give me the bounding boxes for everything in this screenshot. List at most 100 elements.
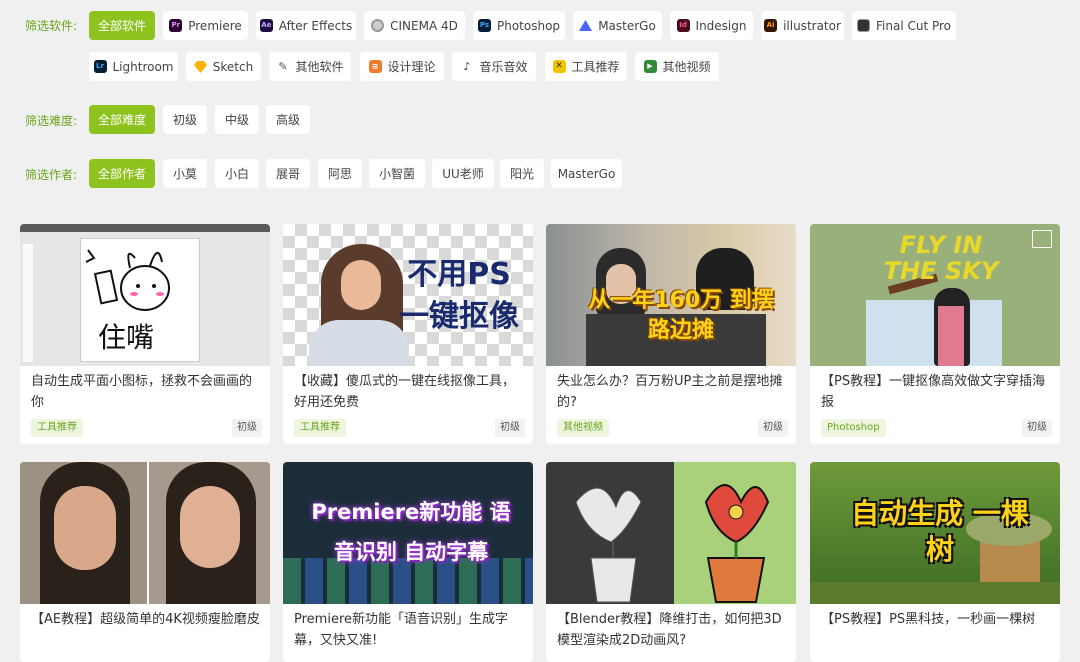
music-icon: ♪ (463, 60, 471, 73)
filter-software-final-cut-pro[interactable]: Final Cut Pro (852, 11, 956, 40)
software-filter-label: 筛选软件: (25, 19, 78, 33)
lightroom-icon: Lr (93, 60, 107, 73)
chip-label: 中级 (225, 113, 250, 127)
chip-label: Indesign (695, 18, 747, 33)
course-card[interactable]: 住嘴 自动生成平面小图标，拯救不会画画的你 工具推荐 初级 (20, 224, 270, 444)
chip-label: 其他视频 (662, 60, 711, 74)
card-title[interactable]: 自动生成平面小图标，拯救不会画画的你 (31, 371, 263, 413)
level-badge: 初级 (758, 419, 788, 437)
course-card[interactable]: 从一年160万 到摆路边摊 失业怎么办？百万粉UP主之前是摆地摊的? 其他视频 … (546, 224, 796, 444)
difficulty-filter-label: 筛选难度: (25, 114, 78, 128)
filter-difficulty-intermediate[interactable]: 中级 (215, 105, 259, 134)
tools-icon: ✕ (552, 60, 566, 73)
card-thumbnail[interactable]: 住嘴 (20, 224, 270, 366)
card-thumbnail[interactable]: Premiere新功能 语音识别 自动字幕 (283, 462, 533, 604)
chip-label: 阳光 (510, 167, 535, 181)
chip-label: 展哥 (276, 167, 301, 181)
chip-label: Sketch (212, 59, 254, 74)
card-thumbnail[interactable] (546, 462, 796, 604)
filter-author-all[interactable]: 全部作者 (89, 159, 155, 188)
filter-other-video[interactable]: ▶ 其他视频 (635, 52, 719, 81)
level-badge: 初级 (232, 419, 262, 437)
filter-software-cinema4d[interactable]: CINEMA 4D (364, 11, 465, 40)
card-title[interactable]: 【PS教程】一键抠像高效做文字穿插海报 (821, 371, 1053, 413)
filter-software-premiere[interactable]: Pr Premiere (163, 11, 248, 40)
card-thumbnail[interactable]: 从一年160万 到摆路边摊 (546, 224, 796, 366)
filter-author-asi[interactable]: 阿思 (318, 159, 362, 188)
filter-software-illustrator[interactable]: Ai illustrator (761, 11, 844, 40)
thumb-caption: Premiere新功能 语音识别 自动字幕 (311, 500, 511, 564)
card-title[interactable]: 【PS教程】PS黑科技，一秒画一棵树 (821, 609, 1053, 630)
card-thumbnail[interactable]: FLY IN THE SKY (810, 224, 1060, 366)
level-badge: 初级 (1022, 419, 1052, 437)
chip-label: 工具推荐 (571, 60, 620, 74)
filter-tools[interactable]: ✕ 工具推荐 (545, 52, 627, 81)
course-card[interactable]: 【Blender教程】降维打击，如何把3D模型渲染成2D动画风? (546, 462, 796, 662)
filter-difficulty-all[interactable]: 全部难度 (89, 105, 155, 134)
card-title[interactable]: 【AE教程】超级简单的4K视频瘦脸磨皮 (31, 609, 263, 630)
filter-software-sketch[interactable]: Sketch (186, 52, 261, 81)
premiere-icon: Pr (169, 19, 183, 32)
thumb-caption: 从一年160万 到摆路边摊 (588, 288, 774, 343)
chip-label: 全部软件 (98, 19, 147, 33)
chip-label: 高级 (276, 113, 301, 127)
course-card[interactable]: 自动生成 一棵树 【PS教程】PS黑科技，一秒画一棵树 (810, 462, 1060, 662)
filter-music[interactable]: ♪ 音乐音效 (452, 52, 536, 81)
category-tag[interactable]: 工具推荐 (31, 419, 83, 437)
card-thumbnail[interactable] (20, 462, 270, 604)
filter-software-other[interactable]: ✎ 其他软件 (269, 52, 351, 81)
filter-author-xiaozhijun[interactable]: 小智菌 (369, 159, 425, 188)
final-cut-pro-icon (857, 19, 870, 32)
illustrator-icon: Ai (764, 19, 778, 32)
filter-software-photoshop[interactable]: Ps Photoshop (473, 11, 565, 40)
category-tag[interactable]: Photoshop (821, 419, 886, 437)
chip-label: 音乐音效 (479, 60, 528, 74)
card-title[interactable]: Premiere新功能「语音识别」生成字幕，又快又准! (294, 609, 526, 651)
chip-label: UU老师 (442, 167, 484, 181)
filter-author-xiaobai[interactable]: 小白 (215, 159, 259, 188)
card-thumbnail[interactable]: 自动生成 一棵树 (810, 462, 1060, 604)
course-card[interactable]: Premiere新功能 语音识别 自动字幕 Premiere新功能「语音识别」生… (283, 462, 533, 662)
category-tag[interactable]: 工具推荐 (294, 419, 346, 437)
card-thumbnail[interactable]: 不用PS 一键抠像 (283, 224, 533, 366)
course-card[interactable]: 不用PS 一键抠像 【收藏】傻瓜式的一键在线抠像工具，好用还免费 工具推荐 初级 (283, 224, 533, 444)
thumb-caption: 不用PS 一键抠像 (399, 257, 519, 334)
thumb-caption: FLY IN THE SKY (883, 231, 999, 285)
filter-software-all[interactable]: 全部软件 (89, 11, 155, 40)
filter-software-lightroom[interactable]: Lr Lightroom (89, 52, 178, 81)
chip-label: Premiere (188, 18, 242, 33)
chip-label: CINEMA 4D (390, 18, 458, 33)
filter-author-yangguang[interactable]: 阳光 (500, 159, 544, 188)
card-title[interactable]: 失业怎么办？百万粉UP主之前是摆地摊的? (557, 371, 789, 413)
filter-software-indesign[interactable]: Id Indesign (670, 11, 753, 40)
chip-label: Final Cut Pro (876, 18, 952, 33)
thumb-caption: 住嘴 (98, 321, 155, 354)
category-tag[interactable]: 其他视频 (557, 419, 609, 437)
chip-label: 初级 (173, 113, 198, 127)
card-title[interactable]: 【收藏】傻瓜式的一键在线抠像工具，好用还免费 (294, 371, 526, 413)
filter-difficulty-advanced[interactable]: 高级 (266, 105, 310, 134)
design-theory-icon: ≡ (368, 60, 382, 73)
mastergo-icon (579, 19, 593, 32)
filter-software-mastergo[interactable]: MasterGo (573, 11, 662, 40)
after-effects-icon: Ae (259, 19, 273, 32)
course-card[interactable]: FLY IN THE SKY 【PS教程】一键抠像高效做文字穿插海报 Photo… (810, 224, 1060, 444)
chip-label: Photoshop (496, 18, 561, 33)
chip-label: MasterGo (557, 166, 616, 181)
filter-author-mastergo[interactable]: MasterGo (551, 159, 622, 188)
filter-author-zhange[interactable]: 展哥 (266, 159, 310, 188)
chip-label: MasterGo (598, 18, 656, 33)
chip-label: 全部难度 (98, 113, 147, 127)
filter-author-xiaomo[interactable]: 小莫 (163, 159, 207, 188)
card-title[interactable]: 【Blender教程】降维打击，如何把3D模型渲染成2D动画风? (557, 609, 789, 651)
course-card[interactable]: 【AE教程】超级简单的4K视频瘦脸磨皮 (20, 462, 270, 662)
photoshop-icon: Ps (477, 19, 491, 32)
chip-label: 小白 (225, 167, 250, 181)
filter-software-after-effects[interactable]: Ae After Effects (256, 11, 356, 40)
filter-author-uu[interactable]: UU老师 (432, 159, 494, 188)
cinema4d-icon (371, 19, 385, 32)
indesign-icon: Id (676, 19, 690, 32)
filter-design-theory[interactable]: ≡ 设计理论 (360, 52, 444, 81)
filter-difficulty-beginner[interactable]: 初级 (163, 105, 207, 134)
chip-label: 阿思 (328, 167, 353, 181)
